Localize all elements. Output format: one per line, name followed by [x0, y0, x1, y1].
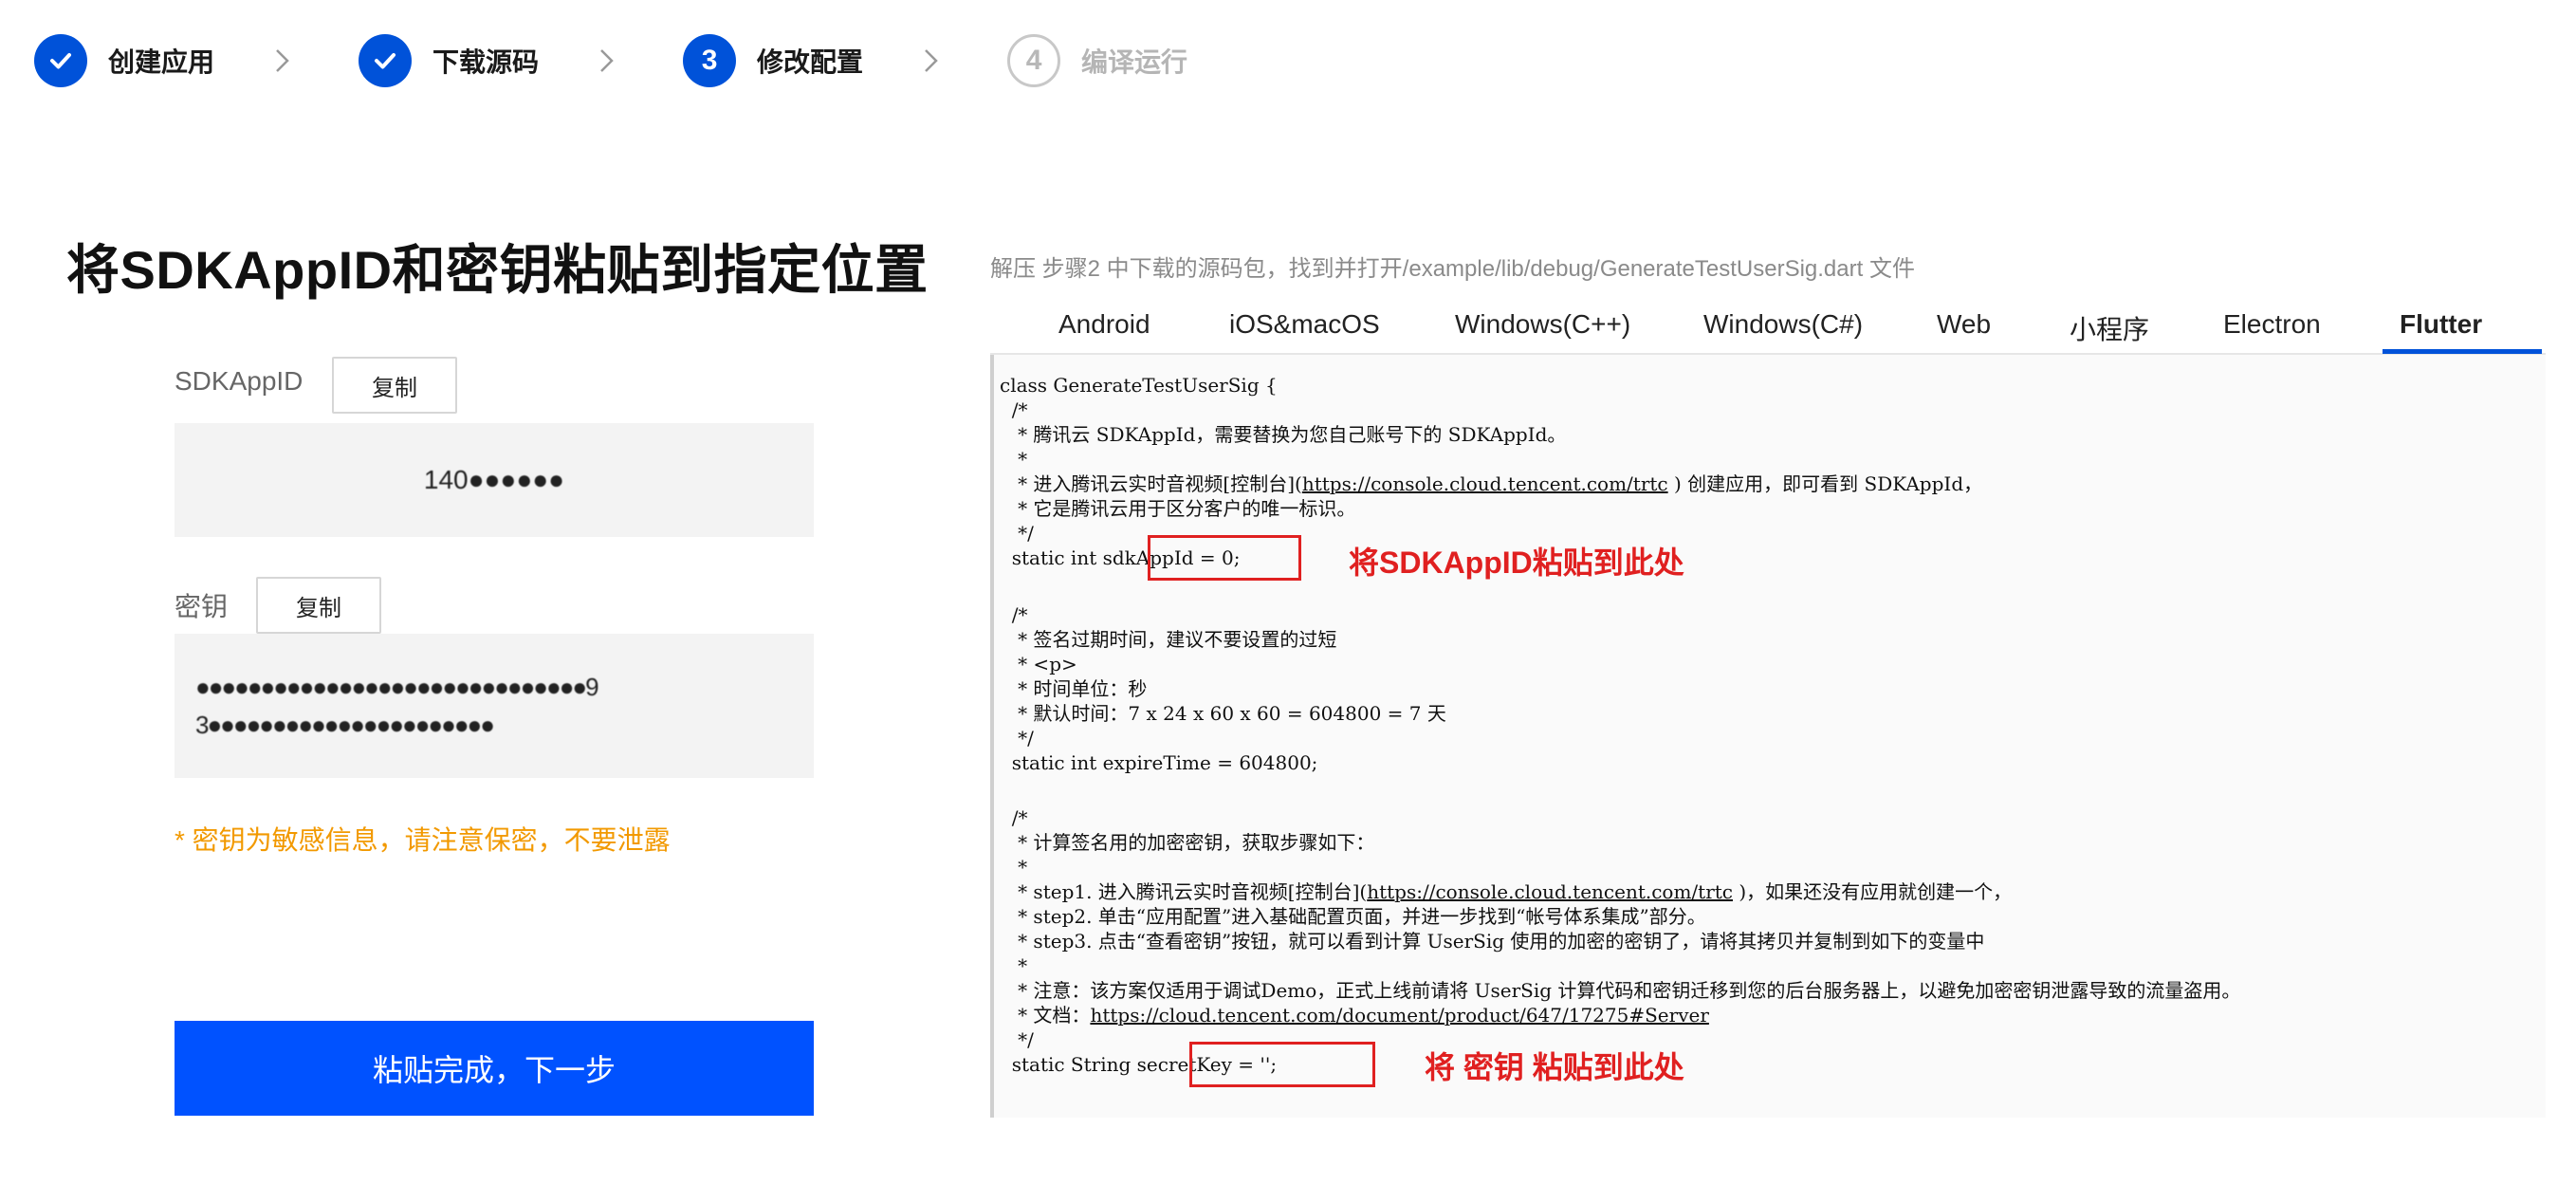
- step-number: 4: [1007, 34, 1061, 87]
- code-line: * 默认时间：7 x 24 x 60 x 60 = 604800 = 7 天: [1000, 702, 1446, 725]
- tab-mini-program[interactable]: 小程序: [2070, 309, 2149, 347]
- step-compile-run[interactable]: 4 编译运行: [1007, 34, 1187, 87]
- platform-tabs: Android iOS&macOS Windows(C++) Windows(C…: [990, 302, 2546, 355]
- steps-bar: 创建应用 下载源码 3 修改配置 4 编译运行: [34, 34, 1187, 87]
- step-label: 下载源码: [432, 47, 540, 77]
- code-line: */: [1000, 522, 1034, 545]
- tab-web[interactable]: Web: [1937, 309, 1991, 340]
- sdkappid-value-box[interactable]: 140●●●●●●: [175, 423, 814, 537]
- code-line: *: [1000, 448, 1028, 471]
- secret-key-line: 3●●●●●●●●●●●●●●●●●●●●●●: [195, 711, 495, 739]
- sdkappid-label: SDKAppID: [175, 366, 304, 396]
- code-line: */: [1000, 1028, 1034, 1051]
- step-label: 创建应用: [108, 47, 215, 77]
- code-line: * <p>: [1000, 653, 1077, 675]
- step-label: 修改配置: [757, 47, 864, 77]
- code-line: *: [1000, 954, 1028, 977]
- check-icon: [34, 34, 87, 87]
- code-line: * step1. 进入腾讯云实时音视频[控制台](https://console…: [1000, 880, 2012, 903]
- code-line: * step2. 单击“应用配置”进入基础配置页面，并进一步找到“帐号体系集成”…: [1000, 905, 1706, 928]
- tab-android[interactable]: Android: [1058, 309, 1150, 340]
- step-download-source[interactable]: 下载源码: [359, 34, 539, 87]
- code-line: *: [1000, 856, 1028, 879]
- code-line: class GenerateTestUserSig {: [1000, 374, 1278, 397]
- page-title: 将SDKAppID和密钥粘贴到指定位置: [66, 240, 929, 300]
- chevron-right-icon: [598, 34, 624, 87]
- sdkappid-highlight-box: [1148, 535, 1301, 581]
- code-line: * 文档：https://cloud.tencent.com/document/…: [1000, 1004, 1709, 1027]
- chevron-right-icon: [273, 34, 300, 87]
- code-line: * 它是腾讯云用于区分客户的唯一标识。: [1000, 497, 1356, 520]
- secret-warning: * 密钥为敏感信息，请注意保密，不要泄露: [175, 825, 671, 855]
- copy-sdkappid-button[interactable]: 复制: [332, 357, 457, 414]
- secret-key-annotation: 将 密钥 粘贴到此处: [1425, 1050, 1684, 1084]
- console-link[interactable]: https://console.cloud.tencent.com/trtc: [1302, 472, 1668, 495]
- code-text: * 进入腾讯云实时音视频[控制台](: [1000, 472, 1302, 495]
- step-number: 3: [683, 34, 737, 87]
- tab-ios-macos[interactable]: iOS&macOS: [1229, 309, 1380, 340]
- code-line: * 注意：该方案仅适用于调试Demo，正式上线前请将 UserSig 计算代码和…: [1000, 979, 2241, 1002]
- tab-electron[interactable]: Electron: [2223, 309, 2321, 340]
- tab-flutter[interactable]: Flutter: [2400, 309, 2482, 340]
- sdkappid-value: 140●●●●●●: [423, 465, 565, 494]
- secret-key-label: 密钥: [175, 592, 229, 621]
- tab-windows-cpp[interactable]: Windows(C++): [1455, 309, 1630, 340]
- code-text: ) 创建应用，即可看到 SDKAppId，: [1667, 472, 1983, 495]
- step-modify-config[interactable]: 3 修改配置: [683, 34, 863, 87]
- check-icon: [359, 34, 413, 87]
- step-label: 编译运行: [1081, 47, 1188, 77]
- instruction-text: 解压 步骤2 中下载的源码包，找到并打开/example/lib/debug/G…: [990, 256, 1915, 282]
- next-step-button[interactable]: 粘贴完成，下一步: [175, 1021, 814, 1116]
- code-line: static int expireTime = 604800;: [1000, 751, 1318, 774]
- code-line: * 腾讯云 SDKAppId，需要替换为您自己账号下的 SDKAppId。: [1000, 423, 1567, 446]
- tab-windows-csharp[interactable]: Windows(C#): [1703, 309, 1863, 340]
- code-text: * step1. 进入腾讯云实时音视频[控制台](: [1000, 880, 1368, 903]
- code-text: * 文档：: [1000, 1004, 1091, 1027]
- code-line: /*: [1000, 806, 1028, 829]
- console-link[interactable]: https://console.cloud.tencent.com/trtc: [1367, 880, 1733, 903]
- code-line: */: [1000, 727, 1034, 749]
- code-line: * 时间单位：秒: [1000, 677, 1148, 700]
- sdkappid-annotation: 将SDKAppID粘贴到此处: [1349, 546, 1684, 580]
- code-line: * 进入腾讯云实时音视频[控制台](https://console.cloud.…: [1000, 472, 1982, 495]
- code-text: )，如果还没有应用就创建一个，: [1733, 880, 2013, 903]
- step-create-app[interactable]: 创建应用: [34, 34, 214, 87]
- code-line: * 计算签名用的加密密钥，获取步骤如下：: [1000, 831, 1375, 854]
- secret-key-line: ●●●●●●●●●●●●●●●●●●●●●●●●●●●●●●9: [195, 673, 599, 701]
- code-line: * 签名过期时间，建议不要设置的过短: [1000, 628, 1337, 651]
- copy-secret-key-button[interactable]: 复制: [256, 577, 381, 634]
- secret-key-value-box[interactable]: ●●●●●●●●●●●●●●●●●●●●●●●●●●●●●●9 3●●●●●●●…: [175, 634, 814, 778]
- secret-key-highlight-box: [1189, 1042, 1375, 1087]
- code-line: /*: [1000, 398, 1028, 421]
- code-line: * step3. 点击“查看密钥”按钮，就可以看到计算 UserSig 使用的加…: [1000, 930, 1985, 953]
- code-line: /*: [1000, 603, 1028, 626]
- active-tab-indicator: [2383, 349, 2542, 354]
- docs-link[interactable]: https://cloud.tencent.com/document/produ…: [1090, 1004, 1708, 1027]
- chevron-right-icon: [922, 34, 948, 87]
- code-viewer: class GenerateTestUserSig { /* * 腾讯云 SDK…: [990, 355, 2546, 1118]
